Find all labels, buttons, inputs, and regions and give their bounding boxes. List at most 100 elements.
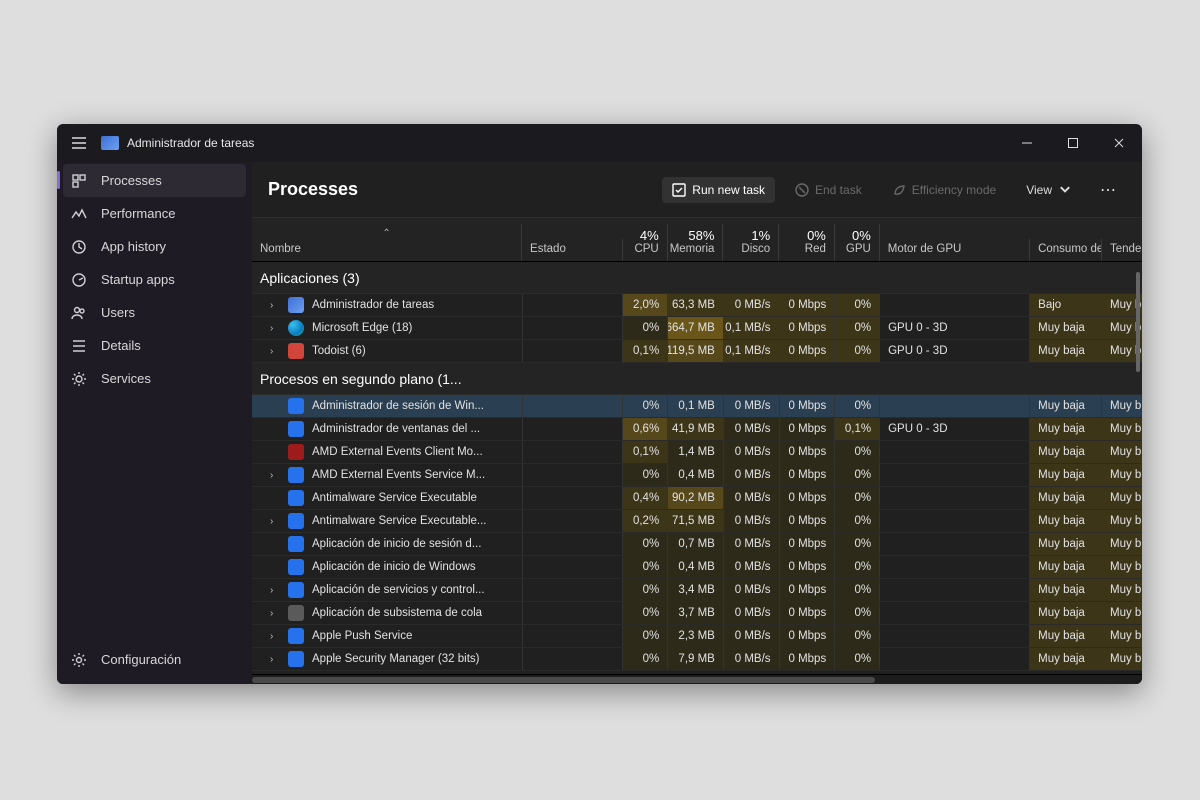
- col-name[interactable]: ⌃ Nombre: [252, 224, 522, 261]
- process-row[interactable]: Aplicación de inicio de Windows 0% 0,4 M…: [252, 556, 1142, 579]
- group-header[interactable]: Procesos en segundo plano (1...: [252, 363, 1142, 395]
- cell: 0,4 MB: [668, 464, 724, 486]
- process-row[interactable]: › Apple Security Manager (32 bits) 0% 7,…: [252, 648, 1142, 671]
- process-row[interactable]: › Aplicación de servicios y control... 0…: [252, 579, 1142, 602]
- process-row[interactable]: Administrador de sesión de Win... 0% 0,1…: [252, 395, 1142, 418]
- efficiency-mode-button[interactable]: Efficiency mode: [882, 177, 1007, 203]
- process-name-cell: Administrador de ventanas del ...: [252, 418, 523, 440]
- cell: Muy baja: [1030, 648, 1102, 670]
- sidebar-item-startup-apps[interactable]: Startup apps: [57, 263, 252, 296]
- hamburger-menu-icon[interactable]: [61, 124, 97, 162]
- cell: 0%: [623, 395, 668, 417]
- col-status[interactable]: Estado: [522, 239, 623, 261]
- col-power[interactable]: Consumo de e...: [1030, 239, 1102, 261]
- vertical-scrollbar[interactable]: [1136, 272, 1140, 372]
- col-trend[interactable]: Tendencia de: [1102, 239, 1142, 261]
- sidebar-item-processes[interactable]: Processes: [63, 164, 246, 197]
- expander-icon[interactable]: ›: [270, 608, 280, 619]
- cell: 71,5 MB: [668, 510, 724, 532]
- cell: 0%: [835, 556, 880, 578]
- column-headers: ⌃ Nombre Estado 4%CPU 58%Memoria 1%Disco…: [252, 218, 1142, 262]
- cell: 0 MB/s: [724, 625, 780, 647]
- end-task-button[interactable]: End task: [785, 177, 872, 203]
- horizontal-scrollbar[interactable]: [252, 674, 1142, 684]
- process-row[interactable]: › Microsoft Edge (18) 0% 664,7 MB 0,1 MB…: [252, 317, 1142, 340]
- cell: 0%: [835, 579, 880, 601]
- more-options-button[interactable]: ⋯: [1092, 176, 1126, 204]
- col-cpu[interactable]: 4%CPU: [623, 224, 668, 261]
- cell: [880, 464, 1030, 486]
- cell: [880, 510, 1030, 532]
- horizontal-scrollbar-thumb[interactable]: [252, 677, 875, 683]
- cell: [523, 418, 624, 440]
- cell: 0 Mbps: [780, 510, 836, 532]
- process-row[interactable]: › Administrador de tareas 2,0% 63,3 MB 0…: [252, 294, 1142, 317]
- sidebar-item-details[interactable]: Details: [57, 329, 252, 362]
- cell: 0 Mbps: [780, 556, 836, 578]
- expander-icon[interactable]: ›: [270, 654, 280, 665]
- cell: 664,7 MB: [668, 317, 724, 339]
- sidebar-item-performance[interactable]: Performance: [57, 197, 252, 230]
- cell: Muy baja: [1030, 441, 1102, 463]
- process-name: AMD External Events Service M...: [312, 469, 485, 481]
- sidebar-item-label: Performance: [101, 206, 175, 221]
- process-row[interactable]: › Aplicación de subsistema de cola 0% 3,…: [252, 602, 1142, 625]
- expander-icon[interactable]: ›: [270, 300, 280, 311]
- process-row[interactable]: Aplicación de inicio de sesión d... 0% 0…: [252, 533, 1142, 556]
- cell: 0 Mbps: [780, 625, 836, 647]
- cell: 0%: [835, 294, 880, 316]
- cell: 0 MB/s: [724, 533, 780, 555]
- expander-icon[interactable]: ›: [270, 323, 280, 334]
- expander-icon[interactable]: ›: [270, 516, 280, 527]
- process-row[interactable]: Administrador de ventanas del ... 0,6% 4…: [252, 418, 1142, 441]
- process-row[interactable]: › Antimalware Service Executable... 0,2%…: [252, 510, 1142, 533]
- cell: Muy baja: [1030, 340, 1102, 362]
- process-icon: [288, 421, 304, 437]
- sidebar-item-label: Startup apps: [101, 272, 175, 287]
- cell: Muy baja: [1102, 418, 1142, 440]
- cell: [523, 317, 624, 339]
- col-memory[interactable]: 58%Memoria: [668, 224, 724, 261]
- process-row[interactable]: AMD External Events Client Mo... 0,1% 1,…: [252, 441, 1142, 464]
- col-network[interactable]: 0%Red: [779, 224, 835, 261]
- process-row[interactable]: › AMD External Events Service M... 0% 0,…: [252, 464, 1142, 487]
- group-label: Aplicaciones (3): [252, 270, 521, 286]
- process-name-cell: › Administrador de tareas: [252, 294, 523, 316]
- view-dropdown[interactable]: View: [1016, 177, 1082, 203]
- col-gpu-engine[interactable]: Motor de GPU: [880, 239, 1030, 261]
- process-name-cell: › Apple Push Service: [252, 625, 523, 647]
- process-row[interactable]: Antimalware Service Executable 0,4% 90,2…: [252, 487, 1142, 510]
- expander-icon[interactable]: ›: [270, 470, 280, 481]
- cell: 0 Mbps: [780, 648, 836, 670]
- process-row[interactable]: › Apple Push Service 0% 2,3 MB 0 MB/s 0 …: [252, 625, 1142, 648]
- cell: Muy baja: [1030, 625, 1102, 647]
- cell: 0 MB/s: [724, 418, 780, 440]
- process-name: Antimalware Service Executable: [312, 492, 477, 504]
- cell: [880, 648, 1030, 670]
- expander-icon[interactable]: ›: [270, 631, 280, 642]
- col-disk[interactable]: 1%Disco: [723, 224, 779, 261]
- expander-icon[interactable]: ›: [270, 346, 280, 357]
- cell: 0 Mbps: [780, 340, 836, 362]
- expander-icon[interactable]: ›: [270, 585, 280, 596]
- process-row[interactable]: › Todoist (6) 0,1% 119,5 MB 0,1 MB/s 0 M…: [252, 340, 1142, 363]
- cell: [880, 441, 1030, 463]
- close-button[interactable]: [1096, 124, 1142, 162]
- sidebar-item-settings[interactable]: Configuración: [57, 643, 252, 676]
- cell: [523, 602, 624, 624]
- sidebar-item-services[interactable]: Services: [57, 362, 252, 395]
- sort-indicator-icon: ⌃: [260, 228, 513, 239]
- sidebar-item-users[interactable]: Users: [57, 296, 252, 329]
- cell: [523, 294, 624, 316]
- group-header[interactable]: Aplicaciones (3): [252, 262, 1142, 294]
- efficiency-mode-label: Efficiency mode: [912, 183, 997, 197]
- minimize-button[interactable]: [1004, 124, 1050, 162]
- col-gpu[interactable]: 0%GPU: [835, 224, 880, 261]
- process-icon: [288, 490, 304, 506]
- sidebar-item-app-history[interactable]: App history: [57, 230, 252, 263]
- rows-container[interactable]: Aplicaciones (3) › Administrador de tare…: [252, 262, 1142, 674]
- cell: Muy baja: [1030, 418, 1102, 440]
- process-name-cell: Aplicación de inicio de sesión d...: [252, 533, 523, 555]
- maximize-button[interactable]: [1050, 124, 1096, 162]
- run-new-task-button[interactable]: Run new task: [662, 177, 775, 203]
